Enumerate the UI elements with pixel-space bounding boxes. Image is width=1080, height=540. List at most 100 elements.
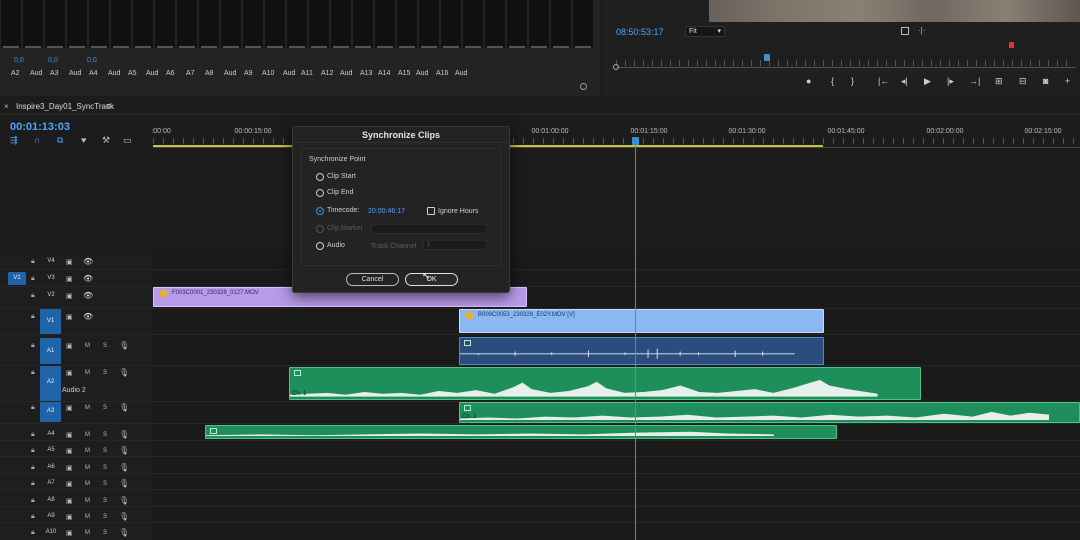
microphone-icon[interactable]: 🎙︎ (119, 463, 129, 472)
lift-icon[interactable]: ⊞ (995, 76, 1003, 87)
mixer-fader-strip[interactable] (353, 0, 373, 48)
mixer-pan-value[interactable]: 0,0 (87, 57, 97, 64)
mixer-fader-strip[interactable] (573, 0, 593, 48)
lock-icon[interactable]: 🔒︎ (31, 497, 35, 505)
sync-lock-icon[interactable]: ▣ (66, 404, 73, 412)
eye-icon[interactable]: 👁︎ (83, 274, 93, 283)
mixer-fader-strip[interactable] (331, 0, 351, 48)
sync-lock-icon[interactable]: ▣ (66, 464, 73, 472)
play-icon[interactable]: ▶ (924, 76, 931, 87)
wrench-icon[interactable]: ⚒ (102, 135, 110, 146)
mixer-fader-strip[interactable] (155, 0, 175, 48)
mixer-fader-strip[interactable] (397, 0, 417, 48)
mixer-fader-strip[interactable] (67, 0, 87, 48)
eye-icon[interactable]: 👁︎ (83, 291, 93, 300)
audio-track-header[interactable]: 🔒︎ A1 ▣ M S 🎙︎ (0, 338, 152, 364)
sync-lock-icon[interactable]: ▣ (66, 369, 73, 377)
microphone-icon[interactable]: 🎙︎ (119, 496, 129, 505)
timeline-timecode[interactable]: 00:01:13:03 (10, 121, 70, 133)
mixer-fader-strip[interactable] (111, 0, 131, 48)
sync-lock-icon[interactable]: ▣ (66, 480, 73, 488)
lock-icon[interactable]: 🔒︎ (31, 369, 35, 377)
eye-icon[interactable]: 👁︎ (83, 257, 93, 266)
mute-button[interactable]: M (85, 405, 90, 411)
button-editor-icon[interactable]: + (1065, 76, 1070, 86)
mute-button[interactable]: M (85, 465, 90, 471)
lock-icon[interactable]: 🔒︎ (31, 447, 35, 455)
timeline-playhead[interactable] (632, 137, 639, 145)
add-marker-icon[interactable]: ● (806, 76, 811, 86)
panel-menu-icon[interactable]: ≡ (106, 101, 111, 111)
mixer-fader-strip[interactable] (89, 0, 109, 48)
mixer-fader-strip[interactable] (441, 0, 461, 48)
track-name[interactable]: V3 (44, 275, 58, 281)
audio-track-header[interactable]: 🔒︎ A2 ▣ M S 🎙︎ (0, 365, 152, 400)
sync-lock-icon[interactable]: ▣ (66, 431, 73, 439)
extract-icon[interactable]: ⊟ (1019, 76, 1027, 87)
sync-lock-icon[interactable]: ▣ (66, 497, 73, 505)
lock-icon[interactable]: 🔒︎ (31, 258, 35, 266)
microphone-icon[interactable]: 🎙︎ (119, 528, 129, 537)
export-frame-icon[interactable]: ◙ (1043, 76, 1048, 86)
linked-selection-icon[interactable]: ⧉ (57, 135, 63, 146)
solo-button[interactable]: S (103, 481, 107, 487)
settings-wrench-icon[interactable]: ·|· (918, 26, 925, 35)
track-name[interactable]: V1 (40, 308, 61, 334)
lock-icon[interactable]: 🔒︎ (31, 313, 35, 321)
solo-button[interactable]: S (103, 530, 107, 536)
timecode-value[interactable]: 20:00:46:17 (368, 208, 405, 215)
mixer-fader-strip[interactable] (177, 0, 197, 48)
mute-button[interactable]: M (85, 432, 90, 438)
timeline-playhead-line[interactable] (635, 140, 636, 540)
lock-icon[interactable]: 🔒︎ (31, 292, 35, 300)
lock-icon[interactable]: 🔒︎ (31, 480, 35, 488)
track-name[interactable]: V4 (44, 258, 58, 264)
radio-clip-end[interactable] (316, 189, 324, 197)
microphone-icon[interactable]: 🎙︎ (119, 341, 129, 350)
mark-out-icon[interactable]: } (851, 76, 854, 86)
microphone-icon[interactable]: 🎙︎ (119, 368, 129, 377)
solo-button[interactable]: S (103, 405, 107, 411)
track-name[interactable]: A5 (44, 447, 58, 453)
ok-button[interactable]: OK (405, 273, 458, 286)
audio-track-header[interactable]: 🔒︎ A10 ▣ M S 🎙︎ (0, 527, 152, 540)
mixer-fader-strip[interactable] (463, 0, 483, 48)
audio-clip-a4[interactable] (205, 425, 837, 439)
solo-button[interactable]: S (103, 448, 107, 454)
program-playhead[interactable] (764, 54, 770, 61)
microphone-icon[interactable]: 🎙︎ (119, 512, 129, 521)
mixer-fader-strip[interactable] (529, 0, 549, 48)
mute-button[interactable]: M (85, 370, 90, 376)
sync-lock-icon[interactable]: ▣ (66, 313, 73, 321)
track-name[interactable]: A10 (44, 529, 58, 535)
mute-button[interactable]: M (85, 343, 90, 349)
zoom-fit-select[interactable]: Fit (685, 26, 725, 37)
lock-icon[interactable]: 🔒︎ (31, 431, 35, 439)
track-name[interactable]: A1 (40, 338, 61, 364)
mixer-fader-strip[interactable] (199, 0, 219, 48)
program-timecode[interactable]: 08:50:53:17 (616, 27, 664, 37)
mixer-fader-strip[interactable] (221, 0, 241, 48)
solo-button[interactable]: S (103, 432, 107, 438)
lock-icon[interactable]: 🔒︎ (31, 275, 35, 283)
ignore-hours-checkbox[interactable] (427, 207, 435, 215)
add-marker-icon[interactable]: ♥ (81, 135, 86, 145)
lock-icon[interactable]: 🔒︎ (31, 464, 35, 472)
radio-audio[interactable] (316, 242, 324, 250)
sync-lock-icon[interactable]: ▣ (66, 513, 73, 521)
track-name[interactable]: A6 (44, 464, 58, 470)
track-name[interactable]: A2 (40, 365, 61, 400)
mute-button[interactable]: M (85, 530, 90, 536)
scrubber-start-handle[interactable] (613, 64, 619, 70)
microphone-icon[interactable]: 🎙︎ (119, 446, 129, 455)
sync-lock-icon[interactable]: ▣ (66, 529, 73, 537)
lock-icon[interactable]: 🔒︎ (31, 513, 35, 521)
track-name[interactable]: A4 (44, 431, 58, 437)
mixer-pan-value[interactable]: 0,0 (48, 57, 58, 64)
solo-button[interactable]: S (103, 498, 107, 504)
microphone-icon[interactable]: 🎙︎ (119, 403, 129, 412)
sync-lock-icon[interactable]: ▣ (66, 447, 73, 455)
mixer-fader-strip[interactable] (551, 0, 571, 48)
audio-clip-a3[interactable]: Ch. 2 (459, 402, 1080, 423)
audio-clip-a2[interactable]: Ch. 1 (289, 367, 921, 400)
